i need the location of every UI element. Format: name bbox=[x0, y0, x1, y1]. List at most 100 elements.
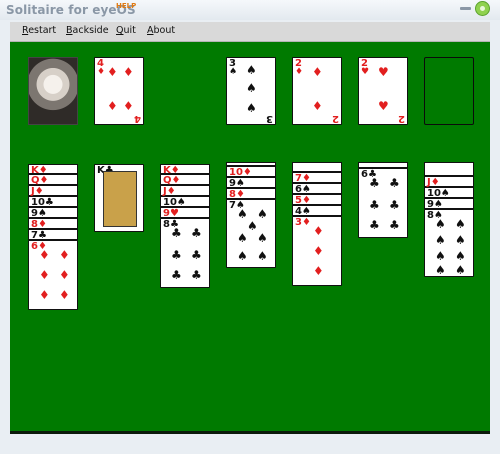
card-rank: 2 bbox=[332, 113, 339, 124]
club-icon: ♣ bbox=[369, 198, 380, 212]
table-border bbox=[10, 431, 490, 434]
spade-icon: ♠ bbox=[237, 249, 248, 263]
menu-backside[interactable]: Backside bbox=[66, 25, 109, 36]
diamond-icon: ♦ bbox=[107, 65, 118, 79]
tableau-card[interactable]: 10♠ bbox=[160, 196, 210, 208]
menu-restart[interactable]: Restart bbox=[22, 25, 56, 36]
spade-icon: ♠ bbox=[246, 63, 257, 77]
tableau-card[interactable]: 8♦ bbox=[226, 188, 276, 200]
help-link[interactable]: HELP bbox=[116, 2, 136, 10]
maximize-icon[interactable] bbox=[475, 1, 490, 16]
tableau-top-card[interactable]: 8♣ ♣ ♣ ♣ ♣ ♣ ♣ bbox=[160, 218, 210, 288]
club-icon: ♣ bbox=[171, 268, 182, 282]
menu-about[interactable]: About bbox=[147, 25, 175, 36]
tableau-card[interactable]: 9♥ bbox=[160, 207, 210, 219]
tableau-card[interactable]: K♦ bbox=[160, 164, 210, 176]
diamond-icon: ♦ bbox=[39, 248, 50, 262]
spade-icon: ♠ bbox=[229, 67, 238, 77]
spade-icon: ♠ bbox=[435, 217, 446, 231]
club-icon: ♣ bbox=[171, 226, 182, 240]
tableau-card[interactable]: Q♦ bbox=[28, 174, 78, 186]
diamond-icon: ♦ bbox=[59, 268, 70, 282]
diamond-icon: ♦ bbox=[312, 99, 323, 113]
spade-icon: ♠ bbox=[257, 207, 268, 221]
club-icon: ♣ bbox=[389, 218, 400, 232]
diamond-icon: ♦ bbox=[59, 288, 70, 302]
card-rank: 3 bbox=[266, 113, 273, 124]
spade-icon: ♠ bbox=[435, 233, 446, 247]
spade-icon: ♠ bbox=[246, 81, 257, 95]
club-icon: ♣ bbox=[369, 218, 380, 232]
tableau-card[interactable]: 9♠ bbox=[424, 198, 474, 210]
tableau-top-card[interactable]: 8♠ ♠ ♠ ♠ ♠ ♠ ♠ ♠ ♠ bbox=[424, 209, 474, 277]
spade-icon: ♠ bbox=[257, 249, 268, 263]
foundation-2[interactable]: 2 ♦ ♦ ♦ 2 bbox=[292, 57, 342, 125]
spade-icon: ♠ bbox=[455, 217, 466, 231]
tableau-card[interactable]: Q♦ bbox=[160, 174, 210, 186]
tableau-card[interactable]: 10♣ bbox=[28, 196, 78, 208]
diamond-icon: ♦ bbox=[295, 67, 304, 77]
spade-icon: ♠ bbox=[435, 263, 446, 277]
diamond-icon: ♦ bbox=[313, 224, 324, 238]
spade-icon: ♠ bbox=[435, 249, 446, 263]
menu-bar: Restart Backside Quit About bbox=[10, 22, 490, 42]
club-icon: ♣ bbox=[171, 248, 182, 262]
app-window: Solitaire for eyeOS HELP Restart Backsid… bbox=[0, 0, 500, 454]
diamond-icon: ♦ bbox=[312, 65, 323, 79]
tableau-top-card[interactable]: 7♠ ♠ ♠ ♠ ♠ ♠ ♠ ♠ bbox=[226, 199, 276, 268]
spade-icon: ♠ bbox=[237, 231, 248, 245]
menu-quit[interactable]: Quit bbox=[116, 25, 136, 36]
spade-icon: ♠ bbox=[246, 101, 257, 115]
diamond-icon: ♦ bbox=[39, 268, 50, 282]
title-bar: Solitaire for eyeOS HELP bbox=[0, 0, 500, 20]
tableau-top-card[interactable]: 6♦ ♦ ♦ ♦ ♦ ♦ ♦ bbox=[28, 240, 78, 310]
facedown-edge bbox=[292, 162, 342, 172]
tableau-card[interactable]: 4♠ bbox=[292, 205, 342, 217]
heart-icon: ♥ bbox=[361, 67, 370, 77]
club-icon: ♣ bbox=[389, 176, 400, 190]
club-icon: ♣ bbox=[191, 248, 202, 262]
diamond-icon: ♦ bbox=[123, 65, 134, 79]
card-rank: 4 bbox=[134, 113, 141, 124]
tableau-card[interactable]: J♦ bbox=[424, 176, 474, 188]
tableau-card[interactable]: 5♦ bbox=[292, 194, 342, 206]
spade-icon: ♠ bbox=[455, 263, 466, 277]
tableau-card[interactable]: 10♦ bbox=[226, 166, 276, 178]
tableau-card[interactable]: J♦ bbox=[28, 185, 78, 197]
diamond-icon: ♦ bbox=[313, 244, 324, 258]
facedown-edge bbox=[424, 162, 474, 176]
tableau-card[interactable]: 10♠ bbox=[424, 187, 474, 199]
club-icon: ♣ bbox=[369, 176, 380, 190]
diamond-icon: ♦ bbox=[123, 99, 134, 113]
tableau-card[interactable]: 8♦ bbox=[28, 218, 78, 230]
spade-icon: ♠ bbox=[455, 249, 466, 263]
stock-pile[interactable] bbox=[28, 57, 78, 125]
club-icon: ♣ bbox=[191, 226, 202, 240]
tableau-card[interactable]: K♦ bbox=[28, 164, 78, 176]
tableau-card[interactable]: 9♠ bbox=[28, 207, 78, 219]
tableau-card[interactable]: 6♠ bbox=[292, 183, 342, 195]
diamond-icon: ♦ bbox=[39, 288, 50, 302]
waste-card[interactable]: 4 ♦ ♦ ♦ ♦ ♦ 4 bbox=[94, 57, 144, 125]
tableau-top-card[interactable]: K♣ bbox=[94, 164, 144, 232]
king-face-art bbox=[103, 171, 137, 227]
heart-icon: ♥ bbox=[378, 65, 389, 79]
diamond-icon: ♦ bbox=[313, 264, 324, 278]
minimize-icon[interactable] bbox=[460, 7, 471, 10]
diamond-icon: ♦ bbox=[107, 99, 118, 113]
foundation-1[interactable]: 3 ♠ ♠ ♠ ♠ 3 bbox=[226, 57, 276, 125]
tableau-card[interactable]: 7♦ bbox=[292, 172, 342, 184]
tableau-card[interactable]: J♦ bbox=[160, 185, 210, 197]
foundation-4-empty[interactable] bbox=[424, 57, 474, 125]
tableau-top-card[interactable]: 6♣ ♣ ♣ ♣ ♣ ♣ ♣ bbox=[358, 168, 408, 238]
diamond-icon: ♦ bbox=[97, 67, 106, 77]
club-icon: ♣ bbox=[389, 198, 400, 212]
card-rank: 2 bbox=[398, 113, 405, 124]
heart-icon: ♥ bbox=[378, 99, 389, 113]
tableau-card[interactable]: 9♠ bbox=[226, 177, 276, 189]
tableau-top-card[interactable]: 3♦ ♦ ♦ ♦ bbox=[292, 216, 342, 286]
tableau-card[interactable]: 7♣ bbox=[28, 229, 78, 241]
card-rank: 3♦ bbox=[295, 217, 311, 228]
spade-icon: ♠ bbox=[257, 231, 268, 245]
foundation-3[interactable]: 2 ♥ ♥ ♥ 2 bbox=[358, 57, 408, 125]
